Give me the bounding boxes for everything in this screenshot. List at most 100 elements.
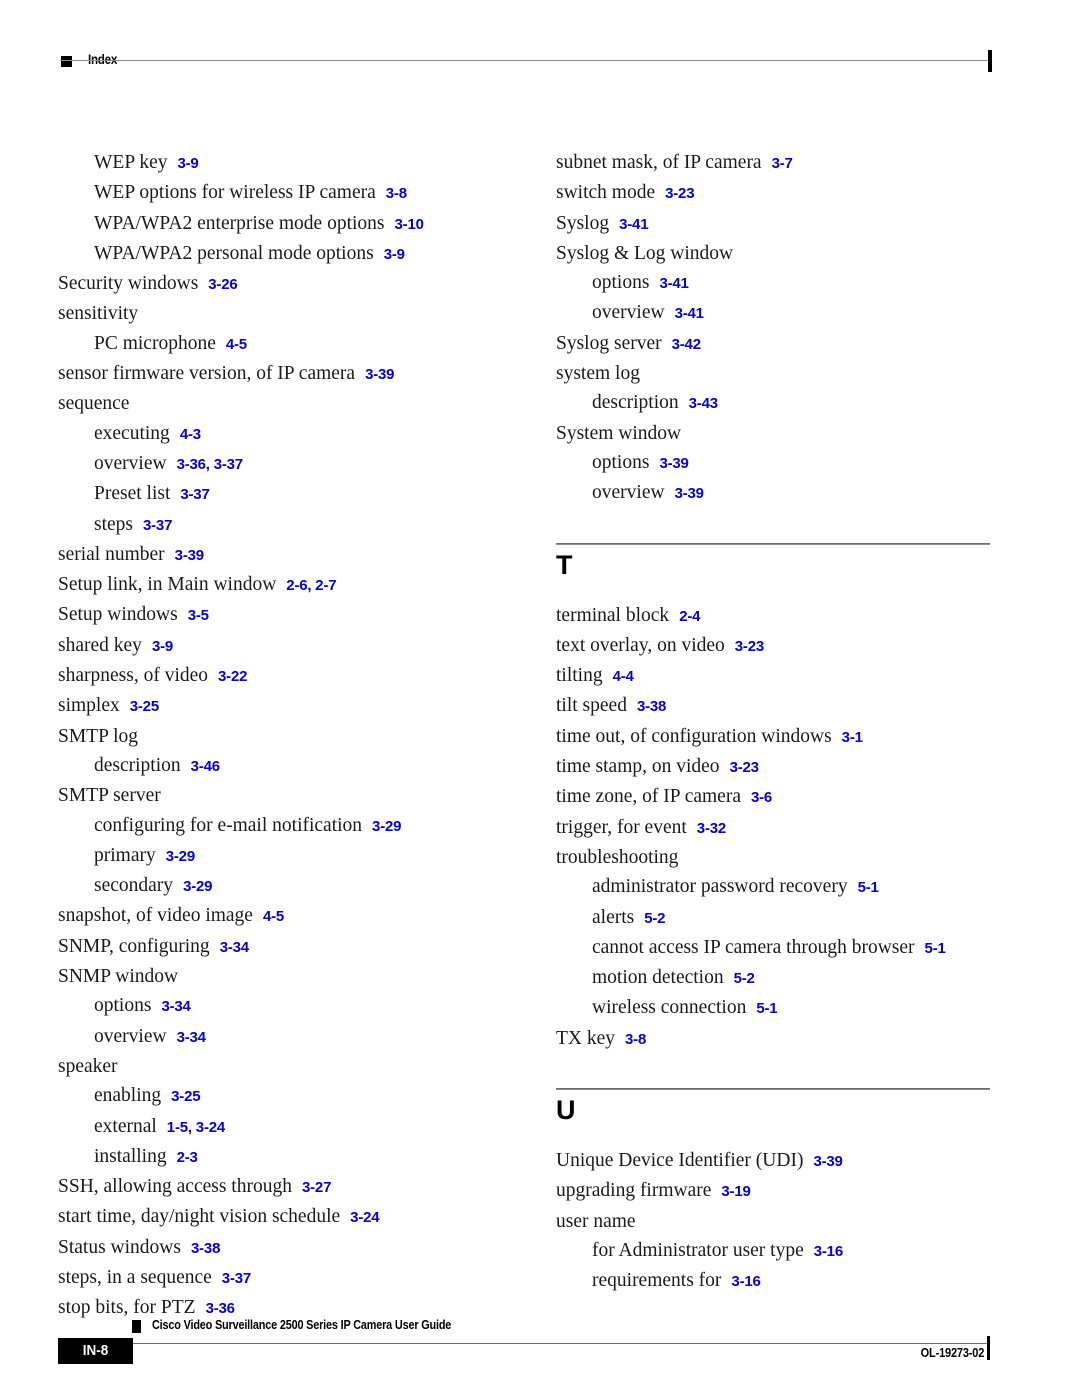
- index-entry-term: description: [94, 754, 181, 776]
- index-entry: requirements for 3-16: [556, 1266, 996, 1296]
- index-entry-page-reference[interactable]: 3-34: [210, 939, 249, 956]
- index-entry-page-reference[interactable]: 3-7: [762, 155, 793, 172]
- index-entry-page-reference[interactable]: 5-2: [634, 910, 665, 927]
- index-entry: user name: [556, 1207, 996, 1236]
- index-entry: WEP options for wireless IP camera 3-8: [58, 178, 498, 208]
- index-entry-term: switch mode: [556, 182, 656, 204]
- index-entry-page-reference[interactable]: 3-1: [832, 729, 863, 746]
- index-entry-term: Syslog & Log window: [556, 242, 734, 264]
- index-entry-term: options: [592, 451, 650, 473]
- index-entry-term: sensor firmware version, of IP camera: [58, 363, 356, 385]
- index-entry-term: WEP options for wireless IP camera: [94, 182, 376, 204]
- index-entry: troubleshooting: [556, 843, 996, 872]
- index-entry-page-reference[interactable]: 3-26: [198, 276, 237, 293]
- index-entry-page-reference[interactable]: 3-37: [170, 486, 209, 503]
- index-entry-page-reference[interactable]: 3-36: [196, 1300, 235, 1317]
- index-entry-page-reference[interactable]: 3-5: [178, 607, 209, 624]
- index-entry-page-reference[interactable]: 3-34: [151, 998, 190, 1015]
- index-entry: enabling 3-25: [58, 1081, 498, 1111]
- header-endcap-icon: [988, 50, 992, 72]
- index-entry: sharpness, of video 3-22: [58, 661, 498, 691]
- index-entry: terminal block 2-4: [556, 601, 996, 631]
- index-entry-term: motion detection: [592, 967, 724, 989]
- index-entry-page-reference[interactable]: 3-39: [649, 455, 688, 472]
- index-entry-page-reference[interactable]: 5-1: [915, 940, 946, 957]
- index-entry-page-reference[interactable]: 3-16: [804, 1243, 843, 1260]
- index-entry: WEP key 3-9: [58, 148, 498, 178]
- index-entry-page-reference[interactable]: 3-43: [679, 395, 718, 412]
- index-entry-page-reference[interactable]: 3-39: [803, 1153, 842, 1170]
- index-entry: overview 3-36, 3-37: [58, 449, 498, 479]
- index-entry-page-reference[interactable]: 3-39: [355, 366, 394, 383]
- index-entry-page-reference[interactable]: 2-3: [167, 1149, 198, 1166]
- index-entry-page-reference[interactable]: 3-22: [208, 668, 247, 685]
- index-entry-page-reference[interactable]: 3-19: [711, 1183, 750, 1200]
- index-entry-page-reference[interactable]: 3-16: [721, 1273, 760, 1290]
- index-entry-page-reference[interactable]: 5-2: [724, 970, 755, 987]
- index-entry-term: steps: [94, 513, 133, 535]
- index-entry-page-reference[interactable]: 3-9: [142, 638, 173, 655]
- index-entry-page-reference[interactable]: 3-34: [167, 1029, 206, 1046]
- index-entry-page-reference[interactable]: 3-42: [662, 336, 701, 353]
- index-entry-page-reference[interactable]: 4-3: [170, 426, 201, 443]
- index-entry-page-reference[interactable]: 3-23: [725, 638, 764, 655]
- index-entry-page-reference[interactable]: 3-39: [165, 547, 204, 564]
- index-entry-page-reference[interactable]: 4-5: [253, 908, 284, 925]
- index-entry-page-reference[interactable]: 3-41: [665, 305, 704, 322]
- index-entry-term: wireless connection: [592, 997, 747, 1019]
- index-entry: tilting 4-4: [556, 661, 996, 691]
- index-entry-page-reference[interactable]: 4-5: [216, 336, 247, 353]
- index-entry-term: TX key: [556, 1027, 616, 1049]
- index-entry: primary 3-29: [58, 841, 498, 871]
- index-entry-page-reference[interactable]: 3-9: [167, 155, 198, 172]
- index-entry: SSH, allowing access through 3-27: [58, 1172, 498, 1202]
- index-entry-page-reference[interactable]: 3-41: [609, 216, 648, 233]
- index-entry-page-reference[interactable]: 3-38: [181, 1240, 220, 1257]
- index-entry-page-reference[interactable]: 3-39: [665, 485, 704, 502]
- index-entry: installing 2-3: [58, 1142, 498, 1172]
- index-entry: system log: [556, 359, 996, 388]
- index-entry-page-reference[interactable]: 3-25: [161, 1088, 200, 1105]
- index-entry-page-reference[interactable]: 3-29: [362, 818, 401, 835]
- index-entry-term: terminal block: [556, 604, 670, 626]
- index-entry-page-reference[interactable]: 4-4: [603, 668, 634, 685]
- index-entry-term: subnet mask, of IP camera: [556, 152, 762, 173]
- index-entry-page-reference[interactable]: 3-23: [720, 759, 759, 776]
- index-entry-page-reference[interactable]: 3-36, 3-37: [167, 456, 244, 473]
- index-entry-page-reference[interactable]: 3-37: [133, 517, 172, 534]
- index-entry: overview 3-34: [58, 1022, 498, 1052]
- index-entry: Status windows 3-38: [58, 1233, 498, 1263]
- index-entry-term: primary: [94, 844, 156, 866]
- index-entry: overview 3-41: [556, 298, 996, 328]
- index-entry-page-reference[interactable]: 3-38: [627, 698, 666, 715]
- index-entry-page-reference[interactable]: 3-46: [181, 758, 220, 775]
- index-entry-term: simplex: [58, 695, 120, 717]
- index-entry-page-reference[interactable]: 3-24: [340, 1209, 379, 1226]
- index-entry-page-reference[interactable]: 3-37: [212, 1270, 251, 1287]
- index-entry-page-reference[interactable]: 3-9: [374, 246, 405, 263]
- index-entry-page-reference[interactable]: 3-8: [615, 1031, 646, 1048]
- index-entry-page-reference[interactable]: 3-29: [173, 878, 212, 895]
- index-entry-term: time zone, of IP camera: [556, 786, 741, 808]
- index-entry-page-reference[interactable]: 3-6: [741, 789, 772, 806]
- index-entry-page-reference[interactable]: 5-1: [746, 1000, 777, 1017]
- section-letter: T: [556, 549, 573, 580]
- index-entry-term: PC microphone: [94, 332, 216, 354]
- index-entry-term: configuring for e-mail notification: [94, 814, 363, 836]
- index-entry-page-reference[interactable]: 3-23: [655, 185, 694, 202]
- index-entry-page-reference[interactable]: 2-6, 2-7: [276, 577, 336, 594]
- index-entry: executing 4-3: [58, 419, 498, 449]
- index-entry: Syslog server 3-42: [556, 329, 996, 359]
- index-entry-page-reference[interactable]: 1-5, 3-24: [157, 1119, 225, 1136]
- index-entry-page-reference[interactable]: 2-4: [669, 608, 700, 625]
- index-entry-page-reference[interactable]: 5-1: [848, 879, 879, 896]
- index-entry-page-reference[interactable]: 3-29: [156, 848, 195, 865]
- index-entry-page-reference[interactable]: 3-27: [292, 1179, 331, 1196]
- index-entry-page-reference[interactable]: 3-41: [649, 275, 688, 292]
- index-entry-page-reference[interactable]: 3-25: [120, 698, 159, 715]
- index-entry-page-reference[interactable]: 3-8: [376, 185, 407, 202]
- index-entry-page-reference[interactable]: 3-10: [385, 216, 424, 233]
- index-entry-page-reference[interactable]: 3-32: [687, 820, 726, 837]
